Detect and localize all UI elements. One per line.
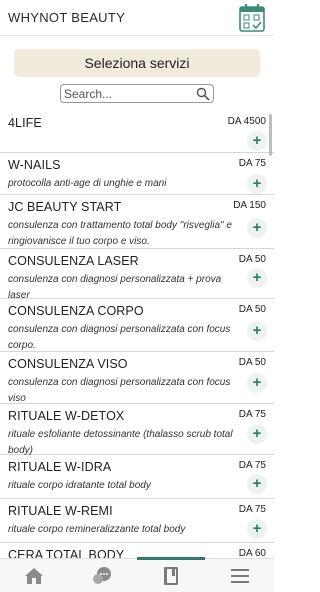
service-price: DA 50 xyxy=(238,304,266,315)
service-price: DA 50 xyxy=(238,357,266,368)
service-item-consulenza-laser[interactable]: CONSULENZA LASER DA 50 consulenza con di… xyxy=(0,249,274,301)
service-price: DA 75 xyxy=(238,460,266,471)
add-service-button[interactable]: + xyxy=(247,174,267,194)
service-price: DA 60 xyxy=(238,548,266,558)
service-description: consulenza con diagnosi personalizzata c… xyxy=(8,377,231,404)
service-price: DA 150 xyxy=(233,200,266,211)
service-item-consulenza-corpo[interactable]: CONSULENZA CORPO DA 50 consulenza con di… xyxy=(0,299,274,352)
service-item-rituale-w-idra[interactable]: RITUALE W-IDRA DA 75 rituale corpo idrat… xyxy=(0,455,274,499)
service-price: DA 4500 xyxy=(227,116,266,127)
book-icon xyxy=(164,566,178,585)
tab-booking[interactable] xyxy=(137,559,205,592)
add-service-button[interactable]: + xyxy=(247,424,267,444)
service-price: DA 50 xyxy=(238,254,266,265)
app-title: WHYNOT BEAUTY xyxy=(8,10,126,25)
search-box xyxy=(60,84,214,103)
service-item-cera-total-body[interactable]: CERA TOTAL BODY DA 60 xyxy=(0,543,274,558)
list-scrollbar[interactable] xyxy=(269,114,272,156)
select-services-button[interactable]: Seleziona servizi xyxy=(14,49,260,77)
search-icon[interactable] xyxy=(196,87,210,101)
service-name: RITUALE W-REMI xyxy=(8,504,113,518)
add-service-button[interactable]: + xyxy=(247,218,267,238)
service-name: CONSULENZA CORPO xyxy=(8,304,144,318)
service-name: CONSULENZA VISO xyxy=(8,357,128,371)
service-description: consulenza con diagnosi personalizzata c… xyxy=(8,324,231,351)
service-item-rituale-w-remi[interactable]: RITUALE W-REMI DA 75 rituale corpo remin… xyxy=(0,499,274,543)
bottom-nav xyxy=(0,557,274,592)
service-description: rituale corpo remineralizzante total bod… xyxy=(8,524,186,535)
service-name: JC BEAUTY START xyxy=(8,200,122,214)
service-item-jc-beauty-start[interactable]: JC BEAUTY START DA 150 consulenza con tr… xyxy=(0,195,274,249)
service-name: CERA TOTAL BODY xyxy=(8,548,125,558)
service-price: DA 75 xyxy=(238,158,266,169)
tab-menu[interactable] xyxy=(206,559,274,592)
search-input[interactable] xyxy=(64,86,192,101)
service-name: RITUALE W-DETOX xyxy=(8,409,125,423)
service-description: rituale corpo idratante total body xyxy=(8,480,151,491)
services-list: 4LIFE DA 4500 + W-NAILS DA 75 protocolla… xyxy=(0,111,274,558)
calendar-check-icon[interactable] xyxy=(238,3,266,33)
service-name: W-NAILS xyxy=(8,158,61,172)
add-service-button[interactable]: + xyxy=(247,268,267,288)
service-description: protocolla anti-age di unghie e mani xyxy=(8,178,167,189)
tab-home[interactable] xyxy=(0,559,68,592)
service-item-w-nails[interactable]: W-NAILS DA 75 protocolla anti-age di ung… xyxy=(0,153,274,195)
add-service-button[interactable]: + xyxy=(247,474,267,494)
home-icon xyxy=(25,567,43,584)
service-name: CONSULENZA LASER xyxy=(8,254,139,268)
service-name: 4LIFE xyxy=(8,116,42,130)
service-description: consulenza con trattamento total body "r… xyxy=(8,220,232,247)
tab-chat[interactable] xyxy=(68,559,136,592)
service-price: DA 75 xyxy=(238,409,266,420)
service-name: RITUALE W-IDRA xyxy=(8,460,112,474)
add-service-button[interactable]: + xyxy=(247,321,267,341)
hamburger-menu-icon xyxy=(231,568,249,583)
add-service-button[interactable]: + xyxy=(247,519,267,539)
service-item-consulenza-viso[interactable]: CONSULENZA VISO DA 50 consulenza con dia… xyxy=(0,352,274,404)
chat-bubble-icon xyxy=(93,566,111,584)
add-service-button[interactable]: + xyxy=(247,131,267,151)
service-item-4life[interactable]: 4LIFE DA 4500 + xyxy=(0,111,274,153)
service-price: DA 75 xyxy=(238,504,266,515)
service-item-rituale-w-detox[interactable]: RITUALE W-DETOX DA 75 rituale esfoliante… xyxy=(0,404,274,456)
add-service-button[interactable]: + xyxy=(247,373,267,393)
top-bar: WHYNOT BEAUTY xyxy=(0,0,274,36)
